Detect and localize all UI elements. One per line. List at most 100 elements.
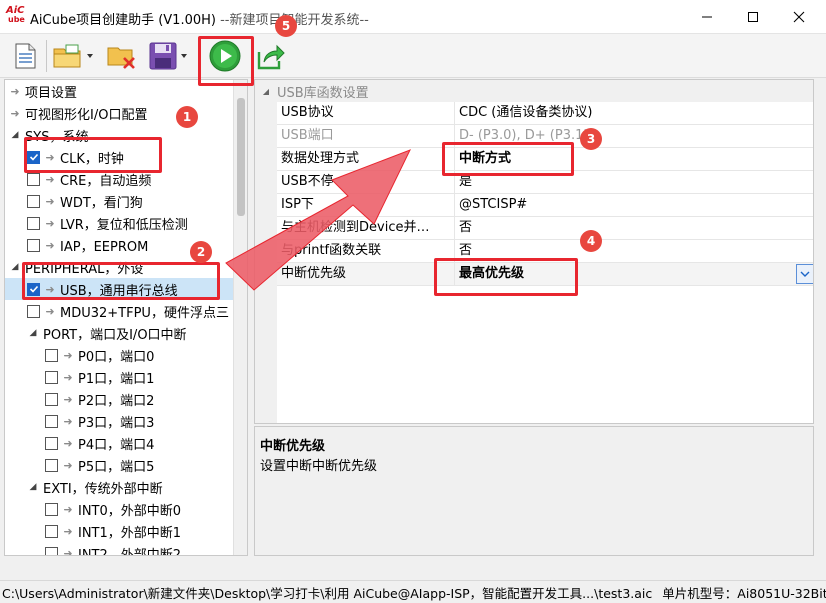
tree-item[interactable]: ➜ INT0，外部中断0 (5, 498, 234, 520)
tree-item-label: P1口，端口1 (78, 371, 155, 387)
dropdown-button[interactable] (796, 264, 813, 284)
tree-item[interactable]: ➜ P0口，端口0 (5, 344, 234, 366)
tree-item-label: P5口，端口5 (78, 459, 155, 475)
open-project-button[interactable] (52, 39, 94, 73)
tree-item[interactable]: ➜ INT2，外部中断2 (5, 542, 234, 556)
grid-section-header[interactable]: ◢ USB库函数设置 (255, 80, 813, 102)
close-window-button[interactable] (776, 0, 822, 34)
arrow-right-icon: ➜ (45, 150, 55, 164)
tree-item-label: IAP，EEPROM (60, 239, 149, 255)
tree-item[interactable]: ➜ CLK，时钟 (5, 146, 234, 168)
step-badge: 2 (190, 241, 212, 263)
property-row[interactable]: 中断优先级 最高优先级 (277, 263, 813, 286)
tree-item-label: LVR，复位和低压检测 (60, 217, 188, 233)
module-checkbox[interactable] (45, 524, 58, 538)
tree-item[interactable]: ➜ USB，通用串行总线 (5, 278, 234, 300)
property-value[interactable]: 最高优先级 (455, 263, 813, 285)
minimize-icon (702, 16, 712, 18)
property-value[interactable]: 中断方式 (455, 148, 813, 170)
module-checkbox[interactable] (27, 282, 40, 296)
module-checkbox[interactable] (27, 238, 40, 252)
tree-item[interactable]: ➜ LVR，复位和低压检测 (5, 212, 234, 234)
step-badge: 5 (275, 15, 297, 37)
property-name: 与主机检测到Device并… (277, 217, 455, 239)
module-checkbox[interactable] (45, 370, 58, 384)
tree-item[interactable]: ◢ PORT，端口及I/O口中断 (5, 322, 234, 344)
grid-margin (255, 80, 277, 423)
close-project-button[interactable] (106, 39, 138, 73)
open-folder-icon (53, 44, 81, 68)
module-checkbox[interactable] (27, 194, 40, 208)
arrow-right-icon: ➜ (45, 238, 55, 252)
collapse-icon[interactable]: ◢ (255, 87, 277, 96)
property-value[interactable]: CDC (通信设备类协议) (455, 102, 813, 124)
status-bar: C:\Users\Administrator\新建文件夹\Desktop\学习打… (0, 580, 826, 603)
scrollbar-thumb[interactable] (237, 98, 245, 216)
property-row[interactable]: USB不停是 (277, 171, 813, 194)
window-title: AiCube项目创建助手 (V1.00H) --新建项目智能开发系统-- (30, 9, 369, 28)
chevron-down-icon[interactable] (180, 52, 188, 60)
expanded-caret-icon[interactable]: ◢ (27, 482, 39, 492)
expanded-caret-icon[interactable]: ◢ (9, 130, 21, 140)
new-project-button[interactable] (10, 39, 40, 73)
property-row[interactable]: USB协议 CDC (通信设备类协议) (277, 102, 813, 125)
property-row[interactable]: 与主机检测到Device并… 否 (277, 217, 813, 240)
chevron-down-icon[interactable] (86, 52, 94, 60)
tree-item[interactable]: ➜ CRE，自动追频 (5, 168, 234, 190)
maximize-button[interactable] (730, 0, 776, 34)
tree-item[interactable]: ➜ 项目设置 (5, 80, 234, 102)
property-name: ISP下 (277, 194, 455, 216)
tree-item[interactable]: ➜ INT1，外部中断1 (5, 520, 234, 542)
run-button[interactable] (208, 39, 242, 73)
property-row[interactable]: 数据处理方式 中断方式 (277, 148, 813, 171)
tree-item[interactable]: ➜ P5口，端口5 (5, 454, 234, 476)
property-row[interactable]: ISP下 @STCISP# (277, 194, 813, 217)
tree-item[interactable]: ➜ MDU32+TFPU，硬件浮点三 (5, 300, 234, 322)
module-checkbox[interactable] (45, 502, 58, 516)
module-checkbox[interactable] (27, 304, 40, 318)
tree-item-label: USB，通用串行总线 (60, 283, 178, 299)
tree-item-label: CLK，时钟 (60, 151, 124, 167)
tree-item-label: INT2，外部中断2 (78, 547, 182, 556)
property-name: USB端口 (277, 125, 455, 147)
tree-item[interactable]: ➜ P2口，端口2 (5, 388, 234, 410)
module-checkbox[interactable] (45, 546, 58, 555)
property-name: USB协议 (277, 102, 455, 124)
module-checkbox[interactable] (45, 348, 58, 362)
tree-item[interactable]: ➜ 可视图形化I/O口配置 (5, 102, 234, 124)
arrow-right-icon: ➜ (63, 370, 73, 384)
module-checkbox[interactable] (45, 458, 58, 472)
module-checkbox[interactable] (27, 172, 40, 186)
property-value[interactable]: 否 (455, 217, 813, 239)
property-row[interactable]: 与printf函数关联否 (277, 240, 813, 263)
property-value[interactable]: D- (P3.0), D+ (P3.1) (455, 125, 813, 147)
property-value-text: CDC (通信设备类协议) (459, 105, 593, 120)
module-checkbox[interactable] (45, 392, 58, 406)
tree-scrollbar[interactable] (233, 80, 247, 555)
app-window: AiCube AiCube项目创建助手 (V1.00H) --新建项目智能开发系… (0, 0, 826, 603)
status-chip-model: 单片机型号：Ai8051U-32Bit (662, 585, 826, 601)
minimize-button[interactable] (684, 0, 730, 34)
tree-item[interactable]: ➜ P3口，端口3 (5, 410, 234, 432)
tree-item-label: P4口，端口4 (78, 437, 155, 453)
step-badge: 3 (580, 128, 602, 150)
module-checkbox[interactable] (45, 436, 58, 450)
tree-item-label: EXTI，传统外部中断 (43, 481, 163, 497)
module-checkbox[interactable] (45, 414, 58, 428)
export-icon (257, 44, 285, 70)
tree-item[interactable]: ➜ P1口，端口1 (5, 366, 234, 388)
export-button[interactable] (256, 39, 286, 73)
expanded-caret-icon[interactable]: ◢ (27, 328, 39, 338)
tree-item[interactable]: ➜ WDT，看门狗 (5, 190, 234, 212)
tree-item[interactable]: ◢ EXTI，传统外部中断 (5, 476, 234, 498)
module-checkbox[interactable] (27, 216, 40, 230)
tree-item[interactable]: ◢ SYS，系统 (5, 124, 234, 146)
save-button[interactable] (148, 39, 188, 73)
tree-item[interactable]: ➜ P4口，端口4 (5, 432, 234, 454)
property-row[interactable]: USB端口 D- (P3.0), D+ (P3.1) (277, 125, 813, 148)
module-checkbox[interactable] (27, 150, 40, 164)
property-value[interactable]: @STCISP# (455, 194, 813, 216)
property-value[interactable]: 否 (455, 240, 813, 262)
expanded-caret-icon[interactable]: ◢ (9, 262, 21, 272)
property-value[interactable]: 是 (455, 171, 813, 193)
